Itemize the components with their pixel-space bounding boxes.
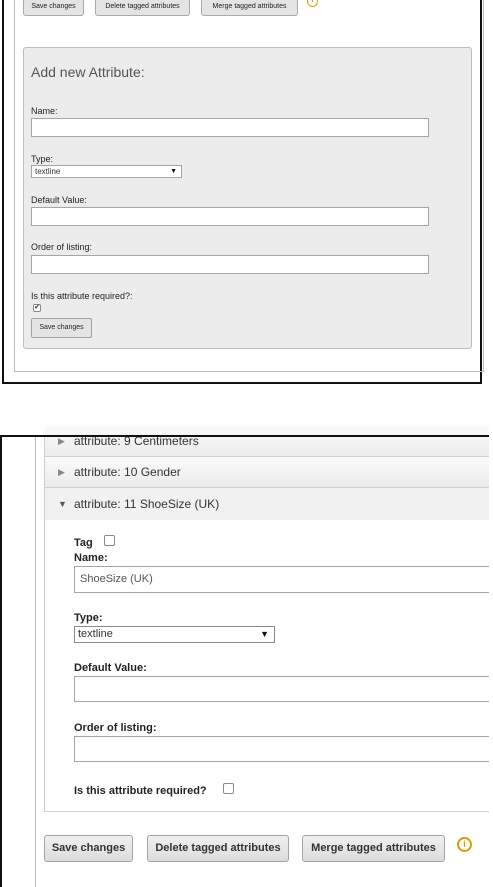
- type-value: textline: [78, 628, 113, 640]
- add-default-input[interactable]: [31, 207, 429, 226]
- tag-checkbox[interactable]: [104, 535, 115, 546]
- add-type-value: textline: [35, 167, 61, 176]
- add-attribute-title: Add new Attribute:: [31, 64, 145, 80]
- add-order-label: Order of listing:: [31, 242, 93, 252]
- accordion-border-bottom: [44, 811, 489, 812]
- accordion-item-centimeters[interactable]: ▶ attribute: 9 Centimeters: [45, 426, 489, 457]
- add-name-label: Name:: [31, 106, 58, 116]
- merge-tagged-attributes-button[interactable]: Merge tagged attributes: [302, 835, 445, 862]
- chevron-right-icon: ▶: [58, 467, 65, 477]
- accordion-item-shoesize[interactable]: ▼ attribute: 11 ShoeSize (UK): [45, 488, 489, 520]
- default-value-input[interactable]: [74, 676, 489, 702]
- name-label: Name:: [74, 552, 108, 564]
- add-attribute-panel: [23, 47, 472, 349]
- required-checkbox[interactable]: [223, 783, 234, 794]
- add-type-select[interactable]: textline ▼: [31, 165, 182, 178]
- add-required-label: Is this attribute required?:: [31, 291, 133, 301]
- top-merge-tagged-button[interactable]: Merge tagged attributes: [201, 0, 298, 16]
- bottom-content-border-left: [35, 437, 36, 887]
- accordion-border-left: [44, 437, 45, 812]
- add-name-input[interactable]: [31, 118, 429, 137]
- save-changes-button[interactable]: Save changes: [44, 835, 133, 862]
- top-delete-tagged-button[interactable]: Delete tagged attributes: [95, 0, 190, 16]
- add-order-input[interactable]: [31, 255, 429, 274]
- top-content-border-bottom: [14, 371, 484, 372]
- bottom-frame-top-edge: [0, 435, 489, 437]
- add-default-label: Default Value:: [31, 195, 87, 205]
- accordion-label: attribute: 10 Gender: [74, 465, 181, 479]
- order-of-listing-label: Order of listing:: [74, 722, 157, 734]
- type-select[interactable]: textline ▼: [74, 626, 275, 643]
- top-content-border-left: [14, 0, 15, 372]
- top-content-border-right: [483, 0, 484, 372]
- type-label: Type:: [74, 612, 103, 624]
- chevron-down-icon: ▼: [58, 499, 67, 509]
- accordion-item-gender[interactable]: ▶ attribute: 10 Gender: [45, 457, 489, 488]
- tag-label: Tag: [74, 537, 93, 549]
- name-input[interactable]: ShoeSize (UK): [74, 566, 489, 593]
- delete-tagged-attributes-button[interactable]: Delete tagged attributes: [147, 835, 289, 862]
- warning-info-icon[interactable]: i: [457, 837, 472, 852]
- default-value-label: Default Value:: [74, 662, 147, 674]
- required-label: Is this attribute required?: [74, 785, 207, 797]
- add-required-checkbox[interactable]: ✔: [33, 304, 41, 312]
- order-of-listing-input[interactable]: [74, 736, 489, 762]
- accordion-label: attribute: 11 ShoeSize (UK): [74, 497, 220, 511]
- dropdown-arrow-icon: ▼: [170, 168, 177, 175]
- add-save-changes-button[interactable]: Save changes: [31, 318, 92, 338]
- top-save-changes-button[interactable]: Save changes: [23, 0, 84, 16]
- dropdown-arrow-icon: ▼: [260, 629, 269, 639]
- chevron-right-icon: ▶: [58, 436, 65, 446]
- add-type-label: Type:: [31, 154, 54, 164]
